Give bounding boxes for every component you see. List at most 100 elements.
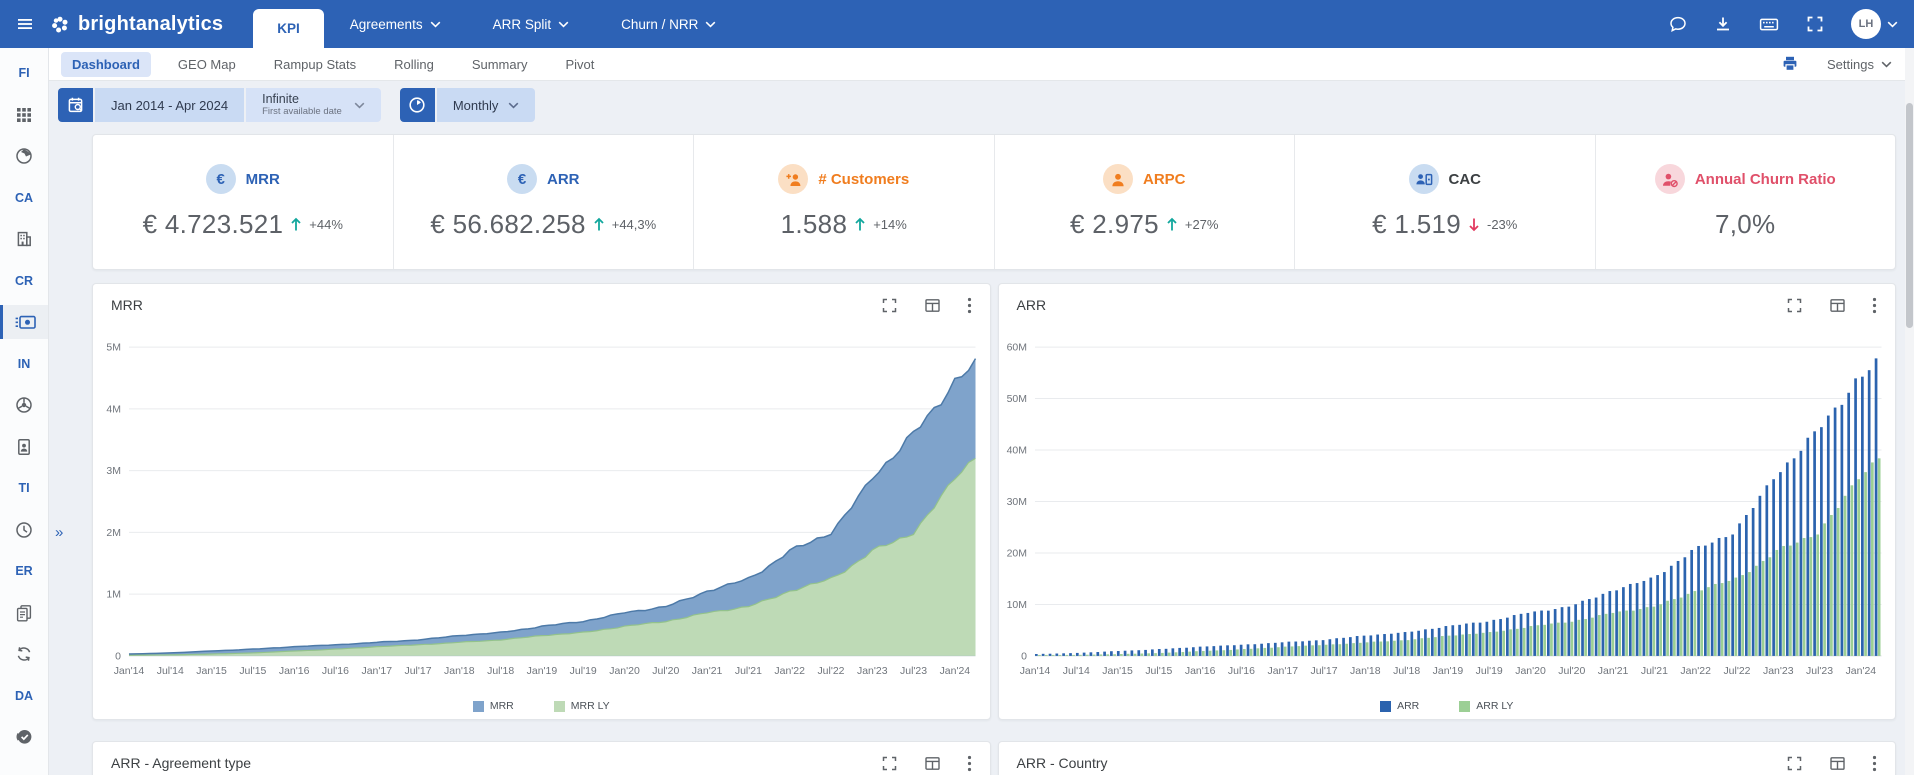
top-tab-kpi[interactable]: KPI xyxy=(253,9,324,48)
keyboard-icon[interactable] xyxy=(1759,15,1779,33)
top-tab-agreements[interactable]: Agreements xyxy=(324,0,467,48)
download-icon[interactable] xyxy=(1714,15,1732,33)
table-view-icon[interactable] xyxy=(1829,755,1846,772)
person-icon xyxy=(1102,164,1133,194)
svg-text:Jan'18: Jan'18 xyxy=(444,666,475,677)
user-menu[interactable]: LH xyxy=(1851,9,1898,39)
subnav-tab-geo-map[interactable]: GEO Map xyxy=(167,52,247,77)
settings-label: Settings xyxy=(1827,56,1874,72)
preset-title: Infinite xyxy=(262,92,299,107)
kpi-header: # Customers xyxy=(778,164,909,194)
svg-text:Jan'20: Jan'20 xyxy=(609,666,640,677)
sidebar-item-label: IN xyxy=(17,356,31,371)
subnav-tab-pivot[interactable]: Pivot xyxy=(554,52,605,77)
sidebar-item-da[interactable]: DA xyxy=(0,679,48,713)
sidebar-item-globe[interactable] xyxy=(0,139,48,173)
subnav: Dashboard GEO Map Rampup Stats Rolling Summa… xyxy=(49,48,1914,81)
svg-text:Jan'23: Jan'23 xyxy=(1762,666,1793,677)
svg-text:Jul'17: Jul'17 xyxy=(1310,666,1337,677)
legend-item-arr-ly[interactable]: ARR LY xyxy=(1459,700,1513,712)
menu-icon[interactable] xyxy=(16,15,34,33)
scrollbar[interactable] xyxy=(1905,48,1914,775)
expand-icon[interactable] xyxy=(881,297,898,314)
kpi-card-customers: # Customers 1.588 +14% xyxy=(694,135,995,269)
logo[interactable]: brightanalytics xyxy=(50,13,223,36)
legend-label: ARR LY xyxy=(1476,700,1514,712)
sidebar-expand-icon[interactable]: » xyxy=(55,524,63,541)
sidebar-item-check-circle[interactable] xyxy=(0,720,48,754)
table-view-icon[interactable] xyxy=(924,297,941,314)
svg-text:Jul'14: Jul'14 xyxy=(1062,666,1089,677)
sidebar-item-cr[interactable]: CR xyxy=(0,264,48,298)
chevron-down-icon xyxy=(354,102,365,109)
calendar-search-button[interactable] xyxy=(58,88,93,122)
chart-actions xyxy=(881,755,972,772)
sidebar-item-label: ER xyxy=(15,564,33,578)
kebab-menu-icon[interactable] xyxy=(967,297,972,314)
chevron-down-icon xyxy=(558,21,569,28)
printer-icon[interactable] xyxy=(1781,55,1799,73)
sidebar-item-sync[interactable] xyxy=(0,637,48,671)
svg-text:Jan'21: Jan'21 xyxy=(1597,666,1628,677)
avatar[interactable]: LH xyxy=(1851,9,1881,39)
granularity-label: Monthly xyxy=(452,97,499,113)
arrow-down-icon xyxy=(1468,217,1480,232)
comment-icon[interactable] xyxy=(1669,15,1687,33)
expand-icon[interactable] xyxy=(1786,297,1803,314)
svg-text:Jul'17: Jul'17 xyxy=(404,666,431,677)
svg-text:Jul'15: Jul'15 xyxy=(1145,666,1172,677)
subnav-tab-dashboard[interactable]: Dashboard xyxy=(61,51,151,77)
sidebar-item-document-person[interactable] xyxy=(0,430,48,464)
time-granularity-button[interactable] xyxy=(399,88,435,122)
sidebar-item-ti[interactable]: TI xyxy=(0,471,48,505)
expand-icon[interactable] xyxy=(1786,755,1803,772)
wheel-icon xyxy=(15,396,33,414)
sidebar-item-in[interactable]: IN xyxy=(0,347,48,381)
legend-item-mrr-ly[interactable]: MRR LY xyxy=(553,700,610,712)
sidebar-item-banknote[interactable] xyxy=(0,305,48,339)
kebab-menu-icon[interactable] xyxy=(967,755,972,772)
svg-text:Jan'22: Jan'22 xyxy=(1680,666,1711,677)
date-range-chip[interactable]: Jan 2014 - Apr 2024 xyxy=(95,88,245,122)
chevron-down-icon xyxy=(705,21,716,28)
document-person-icon xyxy=(15,438,33,456)
sidebar-item-wheel[interactable] xyxy=(0,388,48,422)
kebab-menu-icon[interactable] xyxy=(1872,297,1877,314)
svg-text:Jul'23: Jul'23 xyxy=(1806,666,1833,677)
legend-item-arr[interactable]: ARR xyxy=(1380,700,1419,712)
scrollbar-thumb[interactable] xyxy=(1906,103,1913,328)
subnav-tab-summary[interactable]: Summary xyxy=(461,52,539,77)
sidebar-item-ca[interactable]: CA xyxy=(0,181,48,215)
sidebar-item-clock[interactable] xyxy=(0,513,48,547)
chart-actions xyxy=(881,297,972,314)
legend-item-mrr[interactable]: MRR xyxy=(472,700,514,712)
subnav-tab-rampup-stats[interactable]: Rampup Stats xyxy=(263,52,367,77)
chart-legend: ARR ARR LY xyxy=(999,694,1896,718)
sidebar-item-fi[interactable]: FI xyxy=(0,56,48,90)
kebab-menu-icon[interactable] xyxy=(1872,755,1877,772)
kpi-card-arpc: ARPC € 2.975 +27% xyxy=(995,135,1295,269)
sidebar-item-documents[interactable] xyxy=(0,596,48,630)
sidebar-item-building[interactable] xyxy=(0,222,48,256)
settings-button[interactable]: Settings xyxy=(1827,57,1892,72)
top-tab-arr-split[interactable]: ARR Split xyxy=(467,0,596,48)
sidebar-item-grid[interactable] xyxy=(0,98,48,132)
arrow-up-icon xyxy=(593,217,605,232)
table-view-icon[interactable] xyxy=(1829,297,1846,314)
kpi-label: ARPC xyxy=(1142,170,1186,188)
subnav-tab-rolling[interactable]: Rolling xyxy=(383,52,445,77)
kpi-value: € 56.682.258 xyxy=(430,209,586,239)
sidebar-item-er[interactable]: ER xyxy=(0,554,48,588)
kpi-header: € ARR xyxy=(507,164,580,194)
topbar-nav: KPI Agreements ARR Split Churn / NRR xyxy=(253,0,742,48)
granularity-dropdown[interactable]: Monthly xyxy=(436,88,536,122)
legend-swatch xyxy=(1459,700,1471,712)
table-view-icon[interactable] xyxy=(924,755,941,772)
kpi-label: CAC xyxy=(1448,170,1482,188)
date-preset-dropdown[interactable]: Infinite First available date xyxy=(246,88,381,122)
svg-text:Jan'19: Jan'19 xyxy=(527,666,558,677)
fullscreen-icon[interactable] xyxy=(1806,15,1824,33)
expand-icon[interactable] xyxy=(881,755,898,772)
top-tab-churn-nrr[interactable]: Churn / NRR xyxy=(595,0,742,48)
svg-text:Jul'15: Jul'15 xyxy=(239,666,266,677)
